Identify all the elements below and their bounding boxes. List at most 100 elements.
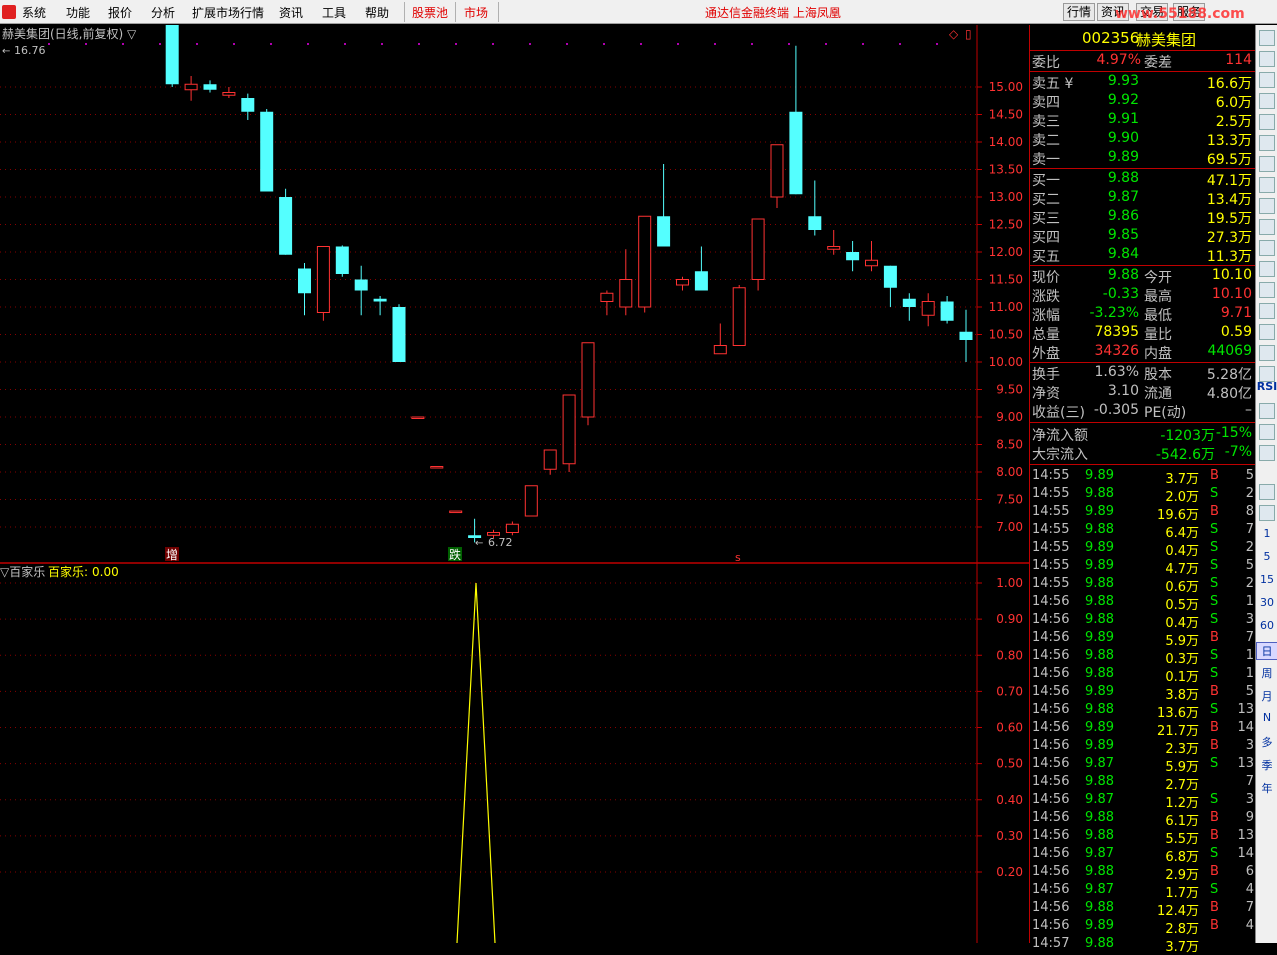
move-icon[interactable] xyxy=(1259,424,1275,440)
tick-row[interactable]: 14:56 9.89 2.3万 B 3 xyxy=(1030,738,1256,757)
sell-price[interactable]: 9.93 xyxy=(1108,73,1139,89)
period-button[interactable]: 1 xyxy=(1256,527,1277,540)
tick-row[interactable]: 14:56 9.89 2.8万 B 4 xyxy=(1030,918,1256,937)
tick-row[interactable]: 14:56 9.89 5.9万 B 7 xyxy=(1030,630,1256,649)
tick-row[interactable]: 14:55 9.89 19.6万 B 8 xyxy=(1030,504,1256,523)
period-button[interactable]: 季 xyxy=(1256,757,1277,773)
buy-price[interactable]: 9.87 xyxy=(1108,189,1139,205)
candle[interactable] xyxy=(335,245,349,277)
tick-row[interactable]: 14:56 9.88 0.4万 S 3 xyxy=(1030,612,1256,631)
tick-row[interactable]: 14:56 9.87 5.9万 S 13 xyxy=(1030,756,1256,775)
sell-price[interactable]: 9.91 xyxy=(1108,111,1139,127)
tick-row[interactable]: 14:55 9.89 0.4万 S 2 xyxy=(1030,540,1256,559)
period-button[interactable]: 15 xyxy=(1256,573,1277,586)
tick-row[interactable]: 14:56 9.87 1.2万 S 3 xyxy=(1030,792,1256,811)
tick-row[interactable]: 14:56 9.88 6.1万 B 9 xyxy=(1030,810,1256,829)
period-button[interactable]: 日 xyxy=(1256,642,1277,660)
scroll-down-icon[interactable] xyxy=(1259,51,1275,67)
period-button[interactable]: 年 xyxy=(1256,780,1277,796)
buy-price[interactable]: 9.86 xyxy=(1108,208,1139,224)
pen-icon[interactable] xyxy=(1259,445,1275,461)
candle[interactable] xyxy=(430,466,444,469)
chart-area[interactable]: 15.00 14.50 14.00 13.50 13.00 12.50 12.00 11.50… xyxy=(0,0,1029,944)
fin-icon[interactable] xyxy=(1259,240,1275,256)
tick-row[interactable]: 14:56 9.88 2.9万 B 6 xyxy=(1030,864,1256,883)
period-button[interactable]: 多 xyxy=(1256,734,1277,750)
menu-help[interactable]: 帮助 xyxy=(365,4,389,21)
fiz-icon[interactable] xyxy=(1259,303,1275,319)
kline-chart[interactable]: 15.00 14.50 14.00 13.50 13.00 12.50 12.00 11.50… xyxy=(0,0,1029,944)
menu-news[interactable]: 资讯 xyxy=(279,4,303,21)
tick-row[interactable]: 14:55 9.88 2.0万 S 2 xyxy=(1030,486,1256,505)
indicator-name[interactable]: ▽百家乐 xyxy=(0,564,45,579)
period-button[interactable]: 5 xyxy=(1256,550,1277,563)
period-button[interactable]: 30 xyxy=(1256,596,1277,609)
menu-quote[interactable]: 报价 xyxy=(108,4,132,21)
candle[interactable] xyxy=(392,304,406,362)
quote-button[interactable]: 行情 xyxy=(1063,3,1096,21)
tick-row[interactable]: 14:56 9.88 13.6万 S 13 xyxy=(1030,702,1256,721)
tick-row[interactable]: 14:57 9.88 3.7万 xyxy=(1030,936,1256,955)
buy-price[interactable]: 9.85 xyxy=(1108,227,1139,243)
period-button[interactable]: N xyxy=(1256,711,1277,724)
kline-icon[interactable] xyxy=(1259,135,1275,151)
tick-row[interactable]: 14:56 9.88 2.7万 7 xyxy=(1030,774,1256,793)
table-icon[interactable] xyxy=(1259,114,1275,130)
candle[interactable] xyxy=(524,485,538,517)
tick-row[interactable]: 14:55 9.88 0.6万 S 2 xyxy=(1030,576,1256,595)
period-button[interactable]: 月 xyxy=(1256,688,1277,704)
candle[interactable] xyxy=(732,285,746,346)
flow-icon[interactable] xyxy=(1259,324,1275,340)
note-icon[interactable] xyxy=(1259,219,1275,235)
menu-stock-pool[interactable]: 股票池 xyxy=(412,4,448,21)
menu-function[interactable]: 功能 xyxy=(66,4,90,21)
candle[interactable] xyxy=(449,510,463,514)
menu-tools[interactable]: 工具 xyxy=(322,4,346,21)
tick-row[interactable]: 14:56 9.87 6.8万 S 14 xyxy=(1030,846,1256,865)
menu-extended-market[interactable]: 扩展市场行情 xyxy=(192,4,264,21)
tick-row[interactable]: 14:56 9.88 0.3万 S 1 xyxy=(1030,648,1256,667)
rsi-button[interactable]: RSI xyxy=(1256,380,1277,393)
tick-row[interactable]: 14:55 9.88 6.4万 S 7 xyxy=(1030,522,1256,541)
chart-grid-icon[interactable] xyxy=(1259,72,1275,88)
doc-icon[interactable] xyxy=(1259,198,1275,214)
box-icon[interactable]: ▯ xyxy=(965,27,972,41)
tick-row[interactable]: 14:56 9.89 21.7万 B 14 xyxy=(1030,720,1256,739)
tick-row[interactable]: 14:56 9.88 0.5万 S 1 xyxy=(1030,594,1256,613)
info-icon[interactable] xyxy=(1259,282,1275,298)
tick-row[interactable]: 14:56 9.87 1.7万 S 4 xyxy=(1030,882,1256,901)
tick-row[interactable]: 14:55 9.89 3.7万 B 5 xyxy=(1030,468,1256,487)
diamond-icon[interactable]: ◇ xyxy=(949,27,959,41)
menu-market[interactable]: 市场 xyxy=(464,4,488,21)
candle[interactable] xyxy=(279,188,293,255)
candle[interactable] xyxy=(751,218,765,291)
refresh-icon[interactable] xyxy=(1259,505,1275,521)
tick-row[interactable]: 14:55 9.89 4.7万 S 5 xyxy=(1030,558,1256,577)
tick-row[interactable]: 14:56 9.88 5.5万 B 13 xyxy=(1030,828,1256,847)
sell-price[interactable]: 9.92 xyxy=(1108,92,1139,108)
candle[interactable] xyxy=(165,15,179,87)
candle[interactable] xyxy=(411,416,425,419)
event-s-label[interactable]: s xyxy=(735,551,741,564)
menu-system[interactable]: 系统 xyxy=(22,4,46,21)
period-button[interactable]: 周 xyxy=(1256,665,1277,681)
candle[interactable] xyxy=(581,342,595,426)
candle[interactable] xyxy=(316,246,330,321)
zoom-icon[interactable] xyxy=(1259,403,1275,419)
period-button[interactable]: 60 xyxy=(1256,619,1277,632)
candle[interactable] xyxy=(562,394,576,472)
circle-icon[interactable] xyxy=(1259,345,1275,361)
menu-analysis[interactable]: 分析 xyxy=(151,4,175,21)
f10-icon[interactable] xyxy=(1259,261,1275,277)
tick-row[interactable]: 14:56 9.88 12.4万 B 7 xyxy=(1030,900,1256,919)
buy-price[interactable]: 9.84 xyxy=(1108,246,1139,262)
candle[interactable] xyxy=(638,215,652,313)
fs-icon[interactable] xyxy=(1259,484,1275,500)
tick-row[interactable]: 14:56 9.89 3.8万 B 5 xyxy=(1030,684,1256,703)
buy-price[interactable]: 9.88 xyxy=(1108,170,1139,186)
sell-price[interactable]: 9.89 xyxy=(1108,149,1139,165)
candle[interactable] xyxy=(260,109,274,192)
sell-price[interactable]: 9.90 xyxy=(1108,130,1139,146)
candle-icon[interactable] xyxy=(1259,177,1275,193)
tick-row[interactable]: 14:56 9.88 0.1万 S 1 xyxy=(1030,666,1256,685)
